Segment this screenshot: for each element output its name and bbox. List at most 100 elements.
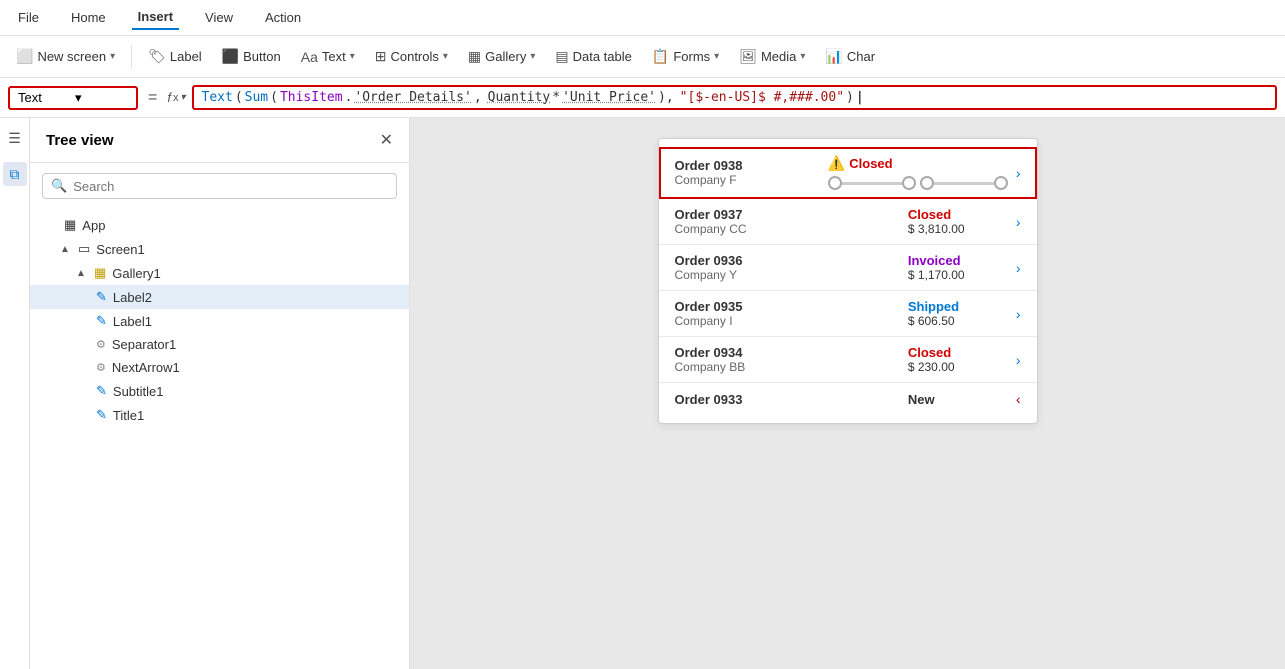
row-main-0933: Order 0933 xyxy=(675,392,900,407)
media-button[interactable]: 🖼 Media ▾ xyxy=(731,44,813,69)
gallery-row-0936[interactable]: Order 0936 Company Y Invoiced $ 1,170.00… xyxy=(659,245,1037,291)
chart-button[interactable]: 📊 Char xyxy=(817,44,883,69)
gallery-row-0937[interactable]: Order 0937 Company CC Closed $ 3,810.00 … xyxy=(659,199,1037,245)
gallery-caret: ▾ xyxy=(530,51,535,62)
search-icon: 🔍 xyxy=(51,178,67,194)
row-main-0934: Order 0934 Company BB xyxy=(675,345,900,374)
label-button[interactable]: 🏷 Label xyxy=(140,44,210,69)
button-icon: ⬛ xyxy=(222,48,239,65)
sidebar-strip: ☰ ⧉ xyxy=(0,118,30,669)
text-button[interactable]: Aa Text ▾ xyxy=(293,45,363,69)
row-order-0938: Order 0938 xyxy=(675,158,820,173)
row-company-0935: Company I xyxy=(675,314,900,328)
label2-label: Label2 xyxy=(113,290,152,305)
button-button[interactable]: ⬛ Button xyxy=(214,44,289,69)
formula-selector-caret: ▾ xyxy=(75,90,128,106)
gallery-row-0933[interactable]: Order 0933 New ‹ xyxy=(659,383,1037,415)
row-order-0933: Order 0933 xyxy=(675,392,900,407)
tree-items-list: ▦ App ▲ ▭ Screen1 ▲ ▦ Gallery1 ✎ Label xyxy=(30,209,409,669)
app-icon: ▦ xyxy=(64,217,76,233)
data-table-button[interactable]: ▤ Data table xyxy=(547,44,640,69)
gallery-button[interactable]: ▦ Gallery ▾ xyxy=(460,44,543,69)
forms-button[interactable]: 📋 Forms ▾ xyxy=(644,44,727,69)
nextarrow1-label: NextArrow1 xyxy=(112,360,180,375)
screen1-expand: ▲ xyxy=(60,244,72,255)
row-company-0934: Company BB xyxy=(675,360,900,374)
row-amount-0936: $ 1,170.00 xyxy=(908,268,965,282)
tree-item-subtitle1[interactable]: ✎ Subtitle1 xyxy=(30,379,409,403)
row-chevron-0938: › xyxy=(1016,165,1021,181)
media-icon: 🖼 xyxy=(739,48,757,65)
chart-label: Char xyxy=(847,49,875,64)
row-status-col-0937: Closed $ 3,810.00 xyxy=(908,207,1008,236)
row-order-0936: Order 0936 xyxy=(675,253,900,268)
fx-button[interactable]: fx ▾ xyxy=(167,90,185,105)
row-amount-0934: $ 230.00 xyxy=(908,360,955,374)
tree-item-title1[interactable]: ✎ Title1 xyxy=(30,403,409,427)
row-chevron-0935: › xyxy=(1016,306,1021,322)
tree-item-separator1[interactable]: ⚙ Separator1 xyxy=(30,333,409,356)
tree-search-input[interactable] xyxy=(73,179,388,194)
forms-caret: ▾ xyxy=(714,51,719,62)
label1-icon: ✎ xyxy=(96,313,107,329)
tree-item-app[interactable]: ▦ App xyxy=(30,213,409,237)
layers-icon[interactable]: ⧉ xyxy=(3,162,27,186)
formula-input[interactable]: Text ( Sum ( ThisItem . 'Order Details' … xyxy=(192,85,1278,110)
formula-bar: Text ▾ = fx ▾ Text ( Sum ( ThisItem . 'O… xyxy=(0,78,1285,118)
tree-close-button[interactable]: ✕ xyxy=(380,130,393,150)
fx-label: f xyxy=(167,90,171,105)
row-main-0936: Order 0936 Company Y xyxy=(675,253,900,282)
controls-label: Controls xyxy=(390,49,438,64)
tree-item-nextarrow1[interactable]: ⚙ NextArrow1 xyxy=(30,356,409,379)
menu-view[interactable]: View xyxy=(199,6,239,29)
row-company-0938: Company F xyxy=(675,173,820,187)
gallery1-icon: ▦ xyxy=(94,265,106,281)
new-screen-icon: ⬜ xyxy=(16,48,33,65)
button-label: Button xyxy=(243,49,281,64)
media-caret: ▾ xyxy=(800,51,805,62)
menu-home[interactable]: Home xyxy=(65,6,112,29)
new-screen-label: New screen xyxy=(37,49,106,64)
menu-insert[interactable]: Insert xyxy=(132,5,179,30)
gallery-row-0935[interactable]: Order 0935 Company I Shipped $ 606.50 › xyxy=(659,291,1037,337)
row-order-0934: Order 0934 xyxy=(675,345,900,360)
gallery-label: Gallery xyxy=(485,49,526,64)
label1-label: Label1 xyxy=(113,314,152,329)
row-main-0935: Order 0935 Company I xyxy=(675,299,900,328)
gallery-row-0934[interactable]: Order 0934 Company BB Closed $ 230.00 › xyxy=(659,337,1037,383)
menu-file[interactable]: File xyxy=(12,6,45,29)
new-screen-button[interactable]: ⬜ New screen ▾ xyxy=(8,44,123,69)
data-table-label: Data table xyxy=(573,49,632,64)
row-main-0937: Order 0937 Company CC xyxy=(675,207,900,236)
hamburger-icon[interactable]: ☰ xyxy=(3,126,27,150)
warning-icon-0938: ⚠️ xyxy=(828,155,845,172)
row-status-col-0936: Invoiced $ 1,170.00 xyxy=(908,253,1008,282)
tree-item-label2[interactable]: ✎ Label2 xyxy=(30,285,409,309)
tree-item-label1[interactable]: ✎ Label1 xyxy=(30,309,409,333)
separator1-icon: ⚙ xyxy=(96,338,106,351)
main-layout: ☰ ⧉ Tree view ✕ 🔍 ▦ App ▲ ▭ Screen1 xyxy=(0,118,1285,669)
controls-icon: ⊞ xyxy=(375,48,387,65)
gallery-widget: Order 0938 Company F ⚠️ Closed xyxy=(658,138,1038,424)
tree-item-gallery1[interactable]: ▲ ▦ Gallery1 xyxy=(30,261,409,285)
text-icon: Aa xyxy=(301,49,318,65)
equals-sign: = xyxy=(144,89,161,107)
media-label: Media xyxy=(761,49,796,64)
text-label: Text xyxy=(322,49,346,64)
subtitle1-label: Subtitle1 xyxy=(113,384,164,399)
controls-button[interactable]: ⊞ Controls ▾ xyxy=(367,44,456,69)
text-caret: ▾ xyxy=(350,51,355,62)
row-status-col-0933: New xyxy=(908,392,1008,407)
row-main-0938: Order 0938 Company F xyxy=(675,158,820,187)
row-order-0935: Order 0935 xyxy=(675,299,900,314)
row-chevron-0937: › xyxy=(1016,214,1021,230)
row-company-0936: Company Y xyxy=(675,268,900,282)
menu-action[interactable]: Action xyxy=(259,6,307,29)
gallery-row-0938[interactable]: Order 0938 Company F ⚠️ Closed xyxy=(659,147,1037,199)
formula-func-text: Text xyxy=(202,90,233,105)
formula-selector[interactable]: Text ▾ xyxy=(8,86,138,110)
separator1-label: Separator1 xyxy=(112,337,176,352)
tree-item-screen1[interactable]: ▲ ▭ Screen1 xyxy=(30,237,409,261)
tree-search-bar[interactable]: 🔍 xyxy=(42,173,397,199)
controls-caret: ▾ xyxy=(443,51,448,62)
